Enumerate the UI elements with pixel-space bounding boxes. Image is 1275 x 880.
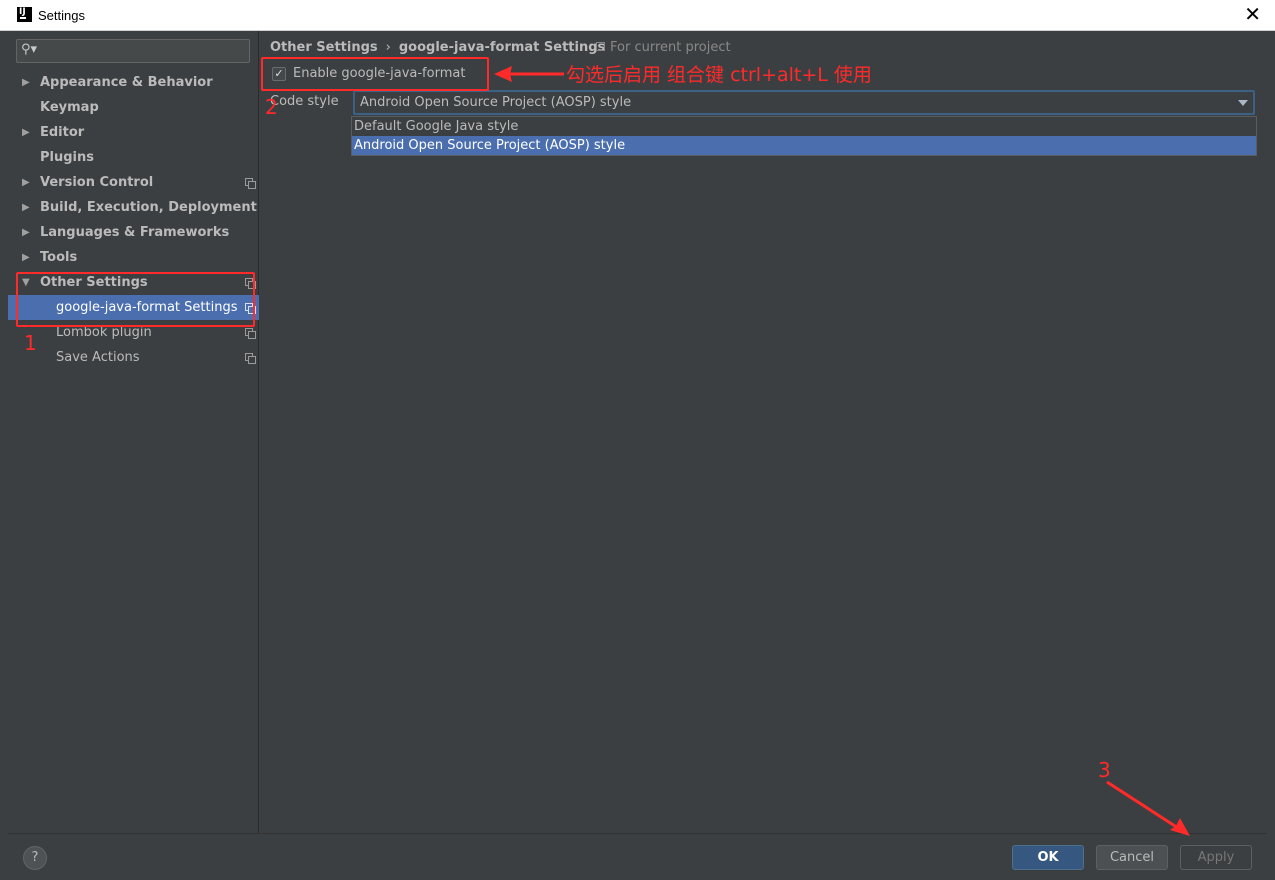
collapsed-arrow-icon[interactable]: ▶ <box>22 220 30 245</box>
scope-label: For current project <box>610 40 731 55</box>
sidebar-item-tools[interactable]: ▶ Tools <box>8 245 259 270</box>
cancel-button[interactable]: Cancel <box>1096 845 1168 870</box>
sidebar-item-keymap[interactable]: Keymap <box>8 95 259 120</box>
collapsed-arrow-icon[interactable]: ▶ <box>22 170 30 195</box>
sidebar-item-appearance-behavior[interactable]: ▶ Appearance & Behavior <box>8 70 259 95</box>
sidebar-item-label: Plugins <box>40 150 94 165</box>
code-style-dropdown[interactable]: Android Open Source Project (AOSP) style <box>353 90 1255 115</box>
code-style-option[interactable]: Android Open Source Project (AOSP) style <box>352 136 1256 155</box>
sidebar-item-label: Tools <box>40 250 78 265</box>
sidebar-item-plugins[interactable]: Plugins <box>8 145 259 170</box>
annotation-box-enable <box>261 57 489 91</box>
collapsed-arrow-icon[interactable]: ▶ <box>22 120 30 145</box>
project-scope-icon <box>596 42 605 51</box>
sidebar-item-label: Keymap <box>40 100 99 115</box>
annotation-step-2: 2 <box>265 95 278 119</box>
collapsed-arrow-icon[interactable]: ▶ <box>22 70 30 95</box>
sidebar-item-label: Build, Execution, Deployment <box>40 200 257 215</box>
sidebar-item-label: Appearance & Behavior <box>40 75 213 90</box>
breadcrumb-parent[interactable]: Other Settings <box>270 40 378 55</box>
sidebar-item-label: Version Control <box>40 175 154 190</box>
sidebar-item-languages-frameworks[interactable]: ▶ Languages & Frameworks <box>8 220 259 245</box>
sidebar-item-version-control[interactable]: ▶ Version Control <box>8 170 259 195</box>
code-style-options-popup: Default Google Java style Android Open S… <box>351 116 1257 156</box>
annotation-box-other-settings <box>16 272 255 327</box>
sidebar-item-editor[interactable]: ▶ Editor <box>8 120 259 145</box>
breadcrumb: Other Settings › google-java-format Settin… <box>270 40 605 55</box>
window-title: Settings <box>38 8 85 23</box>
sidebar-item-save-actions[interactable]: Save Actions <box>8 345 259 370</box>
sidebar-item-label: Save Actions <box>56 350 140 365</box>
collapsed-arrow-icon[interactable]: ▶ <box>22 195 30 220</box>
dialog-footer: ? OK Cancel Apply <box>8 833 1267 880</box>
intellij-logo-icon: IJ <box>17 7 32 22</box>
annotation-note: 勾选后启用 组合键 ctrl+alt+L 使用 <box>566 64 872 86</box>
close-icon[interactable]: ✕ <box>1244 4 1261 24</box>
sidebar-item-build-execution-deployment[interactable]: ▶ Build, Execution, Deployment <box>8 195 259 220</box>
annotation-step-1: 1 <box>24 331 37 355</box>
settings-search-input[interactable]: ⚲▾ <box>16 39 250 63</box>
sidebar-item-label: Editor <box>40 125 85 140</box>
project-scope-icon <box>245 178 256 189</box>
ok-button[interactable]: OK <box>1012 845 1084 870</box>
code-style-option[interactable]: Default Google Java style <box>352 117 1256 136</box>
project-scope-icon <box>245 328 256 339</box>
code-style-selected-value: Android Open Source Project (AOSP) style <box>360 95 632 110</box>
settings-content: Other Settings › google-java-format Settin… <box>260 31 1267 833</box>
title-bar: IJ Settings ✕ <box>0 0 1275 31</box>
code-style-label: Code style <box>270 94 339 109</box>
collapsed-arrow-icon[interactable]: ▶ <box>22 245 30 270</box>
apply-button[interactable]: Apply <box>1180 845 1252 870</box>
scope-indicator: For current project <box>596 40 731 55</box>
settings-sidebar: ⚲▾ ▶ Appearance & Behavior Keymap ▶ Editor Pl… <box>8 31 259 833</box>
breadcrumb-current: google-java-format Settings <box>398 40 606 55</box>
help-button[interactable]: ? <box>23 846 47 870</box>
sidebar-item-label: Languages & Frameworks <box>40 225 230 240</box>
dropdown-arrow-icon[interactable] <box>1238 100 1248 106</box>
annotation-step-3: 3 <box>1098 758 1111 782</box>
search-icon: ⚲▾ <box>21 42 38 57</box>
project-scope-icon <box>245 353 256 364</box>
breadcrumb-separator: › <box>385 40 391 55</box>
